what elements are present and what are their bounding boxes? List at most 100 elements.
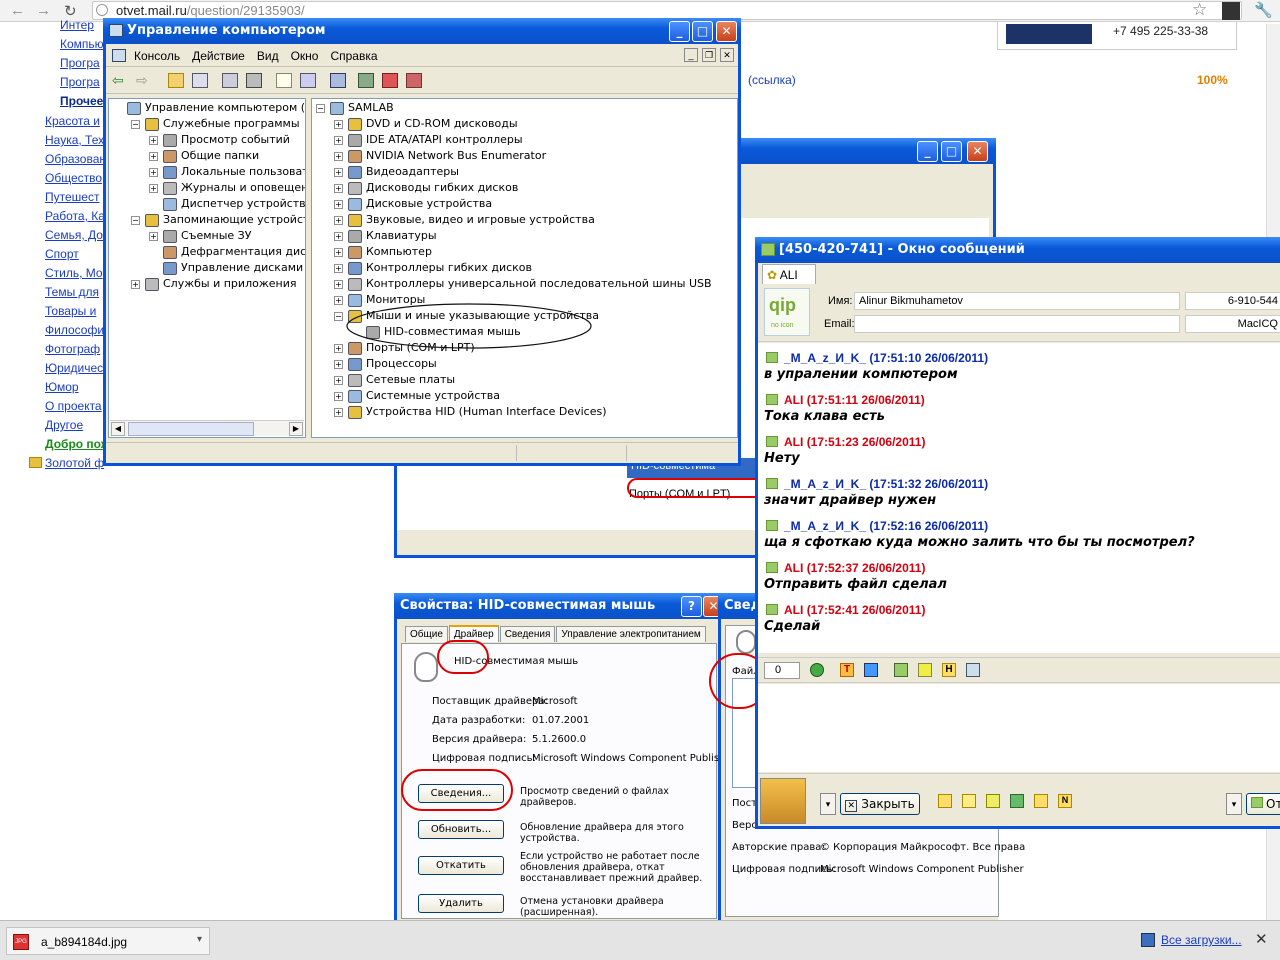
category-link[interactable]: Товары и — [45, 304, 96, 318]
tree-node[interactable]: Дефрагментация диска — [149, 245, 305, 259]
category-link[interactable]: Другое — [45, 418, 83, 432]
category-link[interactable]: Компью — [60, 37, 104, 51]
mdi-restore-icon[interactable]: ❐ — [702, 48, 716, 62]
wrench-icon[interactable]: 🔧 — [1254, 1, 1273, 19]
tree-node[interactable]: + NVIDIA Network Bus Enumerator — [334, 149, 546, 163]
left-tree-pane[interactable]: Управление компьютером (локаль −Служебные… — [108, 98, 306, 438]
uin-field[interactable]: 6-910-544 — [1185, 292, 1280, 310]
star-icon[interactable]: ☆ — [1192, 0, 1207, 20]
driver-action-button[interactable]: Откатить — [418, 856, 504, 875]
menu-dropdown-icon[interactable]: ▾ — [820, 793, 836, 815]
tree-node[interactable]: + Системные устройства — [334, 389, 500, 403]
forward-arrow-icon[interactable]: ⇨ — [136, 72, 148, 89]
menu-item[interactable]: Вид — [251, 49, 285, 63]
expand-icon[interactable]: + — [334, 263, 343, 273]
send-dropdown-icon[interactable]: ▾ — [1226, 793, 1242, 815]
collapse-icon[interactable]: − — [131, 215, 140, 225]
category-link[interactable]: Фотограф — [45, 342, 100, 356]
maximize-icon[interactable]: □ — [692, 21, 713, 42]
props-tab[interactable]: Управление электропитанием — [556, 626, 706, 642]
category-link[interactable]: Юмор — [45, 380, 79, 394]
expand-icon[interactable]: + — [334, 407, 343, 417]
tree-node[interactable]: + Просмотр событий — [149, 133, 290, 147]
expand-icon[interactable]: + — [334, 231, 343, 241]
tree-node[interactable]: + Устройства HID (Human Interface Devices… — [334, 405, 607, 419]
mdi-close-icon[interactable]: ✕ — [720, 48, 734, 62]
category-link[interactable]: Наука, Тех — [45, 133, 104, 147]
scroll-thumb[interactable] — [128, 422, 254, 436]
expand-icon[interactable]: + — [334, 183, 343, 193]
category-link[interactable]: Добро пож — [45, 437, 109, 451]
tree-node[interactable]: + Съемные ЗУ — [149, 229, 251, 243]
tree-node[interactable]: − Служебные программы — [131, 117, 300, 131]
expand-icon[interactable]: + — [334, 375, 343, 385]
download-item[interactable]: JPG a_b894184d.jpg ▾ — [6, 927, 210, 955]
send-button[interactable]: От — [1246, 793, 1280, 815]
chat-titlebar[interactable]: [450-420-741] - Окно сообщений — [755, 237, 1280, 263]
menu-item[interactable]: Окно — [285, 49, 325, 63]
collapse-icon[interactable]: − — [316, 103, 325, 113]
expand-icon[interactable]: + — [149, 183, 158, 193]
tree-node[interactable]: + Дисководы гибких дисков — [334, 181, 518, 195]
font-icon[interactable]: T — [840, 663, 854, 677]
maximize-icon[interactable]: □ — [941, 141, 962, 162]
chat-log[interactable]: _M_A_z_И_K_ (17:51:10 26/06/2011) в упрал… — [758, 343, 1280, 653]
mdi-minimize-icon[interactable]: _ — [684, 48, 698, 62]
menu-item[interactable]: Справка — [324, 49, 383, 63]
expand-icon[interactable]: + — [149, 135, 158, 145]
tree-node[interactable]: + Общие папки — [149, 149, 259, 163]
category-link[interactable]: Общество, — [45, 171, 105, 185]
expand-icon[interactable]: + — [334, 199, 343, 209]
minimize-icon[interactable]: _ — [669, 21, 690, 42]
name-field[interactable]: Alinur Bikmuhametov — [854, 292, 1180, 310]
tree-node[interactable]: + Контроллеры гибких дисков — [334, 261, 532, 275]
send-file-icon[interactable] — [1010, 794, 1024, 808]
download-menu-icon[interactable]: ▾ — [197, 934, 202, 945]
tree-node[interactable]: + Службы и приложения — [131, 277, 296, 291]
expand-icon[interactable]: + — [334, 167, 343, 177]
up-folder-icon[interactable] — [168, 73, 184, 88]
category-link[interactable]: Спорт — [45, 247, 79, 261]
chat-tab-ali[interactable]: ✿ ALI — [762, 264, 816, 284]
category-link[interactable]: Стиль, Мо — [45, 266, 103, 280]
right-tree-pane[interactable]: − SAMLAB + DVD и CD-ROM дисководы + IDE ATA/A… — [311, 98, 738, 438]
category-link[interactable]: Темы для — [45, 285, 99, 299]
smile-icon[interactable] — [810, 663, 824, 677]
properties-icon[interactable] — [222, 73, 238, 88]
tree-node[interactable]: + Процессоры — [334, 357, 437, 371]
category-link[interactable]: Прочее — [60, 94, 103, 108]
minimize-icon[interactable]: _ — [917, 141, 938, 162]
tree-node[interactable]: − Запоминающие устройства — [131, 213, 305, 227]
scroll-right-icon[interactable]: ▶ — [289, 422, 303, 436]
expand-icon[interactable]: + — [149, 167, 158, 177]
color-icon[interactable] — [864, 663, 878, 677]
category-link[interactable]: Золотой ф — [45, 456, 104, 470]
category-link[interactable]: О проекта — [45, 399, 102, 413]
category-link[interactable]: Работа, Ка — [45, 209, 105, 223]
props-tab[interactable]: Общие — [405, 626, 448, 642]
scroll-left-icon[interactable]: ◀ — [111, 422, 125, 436]
tree-node[interactable]: Управление дисками — [149, 261, 303, 275]
close-icon[interactable]: ✕ — [716, 21, 737, 42]
tree-node[interactable]: Управление компьютером (локаль — [113, 101, 305, 115]
tree-node[interactable]: + IDE ATA/ATAPI контроллеры — [334, 133, 523, 147]
left-hscrollbar[interactable]: ◀ ▶ — [110, 420, 304, 436]
category-link[interactable]: Семья, До — [45, 228, 103, 242]
help-icon[interactable] — [276, 73, 292, 88]
disable-icon[interactable] — [406, 73, 422, 88]
driver-action-button[interactable]: Обновить... — [418, 820, 504, 839]
tree-node[interactable]: − SAMLAB — [316, 101, 394, 115]
tree-node[interactable]: + Локальные пользователи — [149, 165, 305, 179]
update-driver-icon[interactable] — [358, 73, 374, 88]
category-link[interactable]: Юридичес — [45, 361, 103, 375]
category-link[interactable]: Програ — [60, 75, 100, 89]
close-download-bar-icon[interactable]: ✕ — [1255, 930, 1268, 948]
info-icon[interactable] — [962, 794, 976, 808]
tree-node[interactable]: Диспетчер устройств — [149, 197, 305, 211]
expand-icon[interactable]: + — [131, 279, 140, 289]
uninstall-icon[interactable] — [382, 73, 398, 88]
back-arrow-icon[interactable]: ⇦ — [112, 72, 124, 89]
tree-node[interactable]: + DVD и CD-ROM дисководы — [334, 117, 518, 131]
message-input[interactable] — [758, 684, 1280, 772]
tree-node[interactable]: + Клавиатуры — [334, 229, 437, 243]
